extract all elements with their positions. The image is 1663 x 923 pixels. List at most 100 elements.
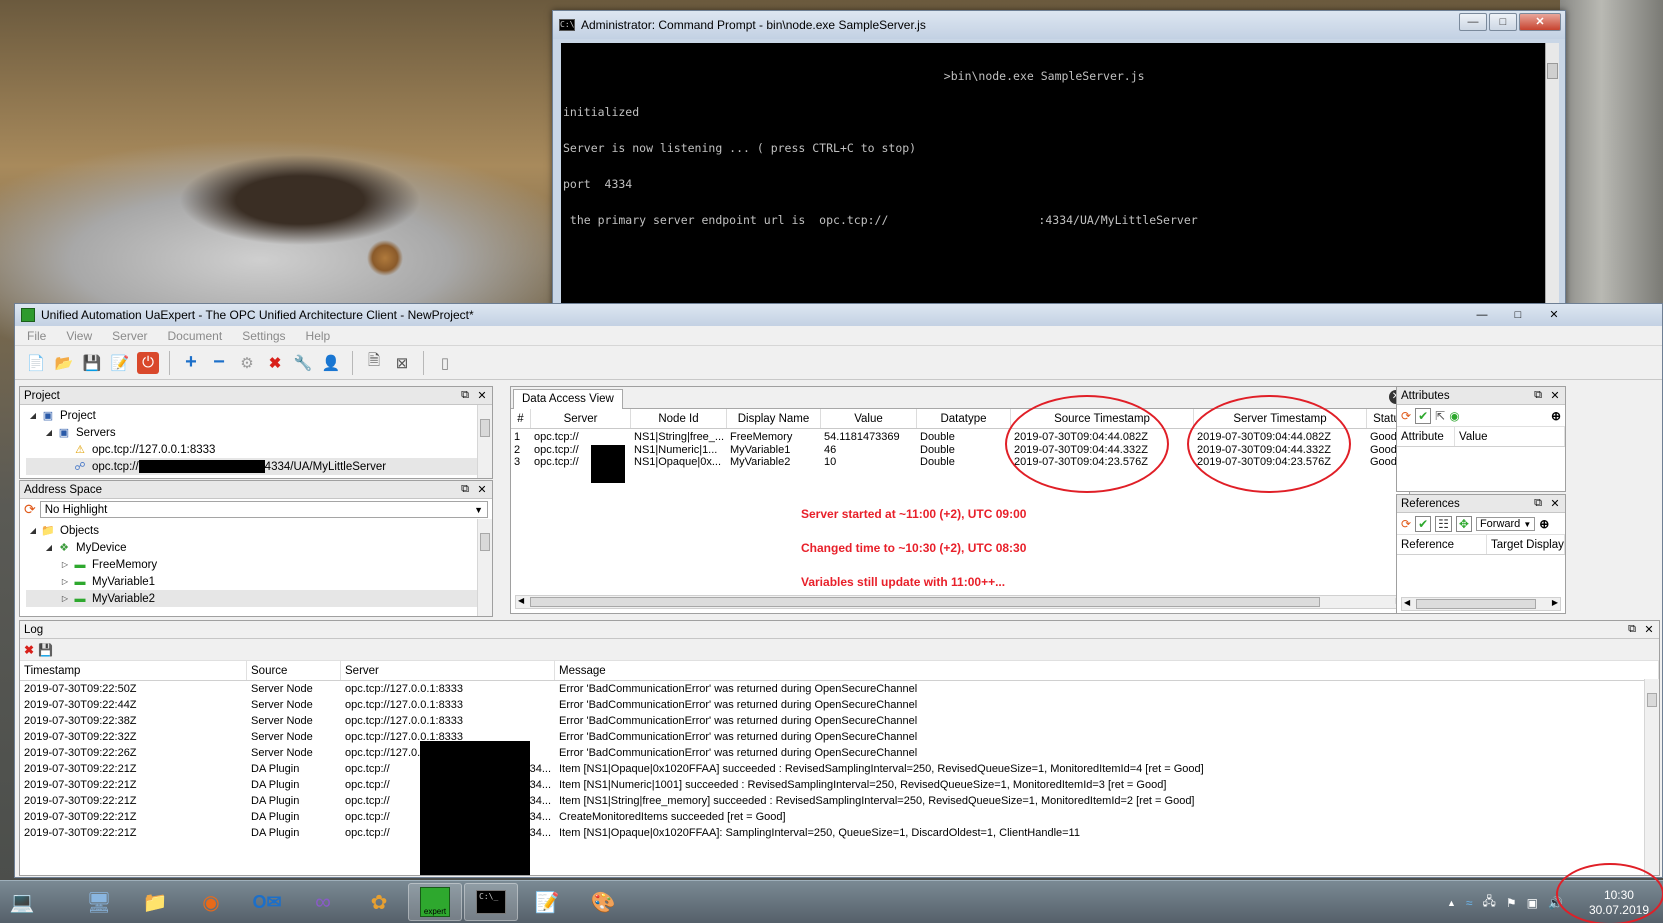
- save-log-icon[interactable]: 💾: [38, 643, 53, 657]
- log-row[interactable]: 2019-07-30T09:22:32Z Server Node opc.tcp…: [20, 729, 1659, 745]
- remove-document-icon[interactable]: ⊠: [391, 352, 413, 374]
- command-prompt-titlebar[interactable]: C:\ Administrator: Command Prompt - bin\…: [553, 11, 1565, 39]
- address-space-scrollbar[interactable]: [477, 519, 492, 616]
- visual-studio-icon[interactable]: ∞: [296, 883, 350, 921]
- float-icon[interactable]: ⧉: [458, 389, 472, 402]
- log-row[interactable]: 2019-07-30T09:22:38Z Server Node opc.tcp…: [20, 713, 1659, 729]
- tree-item-server-local[interactable]: ⚠ opc.tcp://127.0.0.1:8333: [26, 441, 492, 458]
- expand-arrow-icon[interactable]: ◢: [26, 411, 40, 420]
- clock[interactable]: 10:30 30.07.2019: [1589, 888, 1649, 918]
- references-scrollbar[interactable]: ◀ ▶: [1401, 597, 1561, 611]
- menu-help[interactable]: Help: [306, 329, 331, 343]
- col-server[interactable]: Server: [531, 409, 631, 428]
- col-log-message[interactable]: Message: [555, 661, 1659, 680]
- col-display-name[interactable]: Display Name: [727, 409, 821, 428]
- user-icon[interactable]: 👤: [320, 352, 342, 374]
- maximize-button[interactable]: □: [1501, 306, 1535, 324]
- navigate-icon[interactable]: ✥: [1455, 515, 1472, 532]
- col-server-timestamp[interactable]: Server Timestamp: [1194, 409, 1367, 428]
- display-icon[interactable]: ▣: [1527, 896, 1538, 910]
- uaexpert-taskbar-button[interactable]: expert: [408, 883, 462, 921]
- col-log-source[interactable]: Source: [247, 661, 341, 680]
- float-icon[interactable]: ⧉: [1531, 497, 1545, 510]
- menu-file[interactable]: File: [27, 329, 46, 343]
- col-reference[interactable]: Reference: [1397, 535, 1487, 554]
- close-icon[interactable]: ✕: [1548, 389, 1562, 402]
- menu-document[interactable]: Document: [167, 329, 222, 343]
- float-icon[interactable]: ⧉: [1625, 623, 1639, 636]
- close-icon[interactable]: ✕: [1548, 497, 1562, 510]
- log-row[interactable]: 2019-07-30T09:22:21Z DA Plugin opc.tcp:/…: [20, 793, 1659, 809]
- table-row[interactable]: 1 opc.tcp:// NS1|String|free_... FreeMem…: [511, 431, 1409, 444]
- disconnect-icon[interactable]: ✖: [264, 352, 286, 374]
- scroll-left-icon[interactable]: ◀: [1404, 598, 1410, 607]
- close-button[interactable]: ✕: [1519, 13, 1561, 31]
- uaexpert-titlebar[interactable]: Unified Automation UaExpert - The OPC Un…: [15, 304, 1662, 326]
- col-datatype[interactable]: Datatype: [917, 409, 1011, 428]
- col-attribute[interactable]: Attribute: [1397, 427, 1455, 446]
- col-value[interactable]: Value: [821, 409, 917, 428]
- record-icon[interactable]: ◉: [1449, 409, 1459, 423]
- tab-data-access-view[interactable]: Data Access View: [513, 389, 623, 409]
- log-row[interactable]: 2019-07-30T09:22:44Z Server Node opc.tcp…: [20, 697, 1659, 713]
- check-icon[interactable]: ✔: [1415, 515, 1432, 532]
- clear-log-icon[interactable]: ✖: [24, 643, 34, 657]
- col-node-id[interactable]: Node Id: [631, 409, 727, 428]
- close-icon[interactable]: ✕: [1642, 623, 1656, 636]
- minimize-button[interactable]: —: [1459, 13, 1487, 31]
- start-button[interactable]: 💻: [2, 883, 42, 921]
- new-document-icon[interactable]: 📄: [25, 352, 47, 374]
- col-index[interactable]: #: [511, 409, 531, 428]
- log-row[interactable]: 2019-07-30T09:22:21Z DA Plugin opc.tcp:/…: [20, 777, 1659, 793]
- save-as-icon[interactable]: 📝: [109, 352, 131, 374]
- cursor-icon[interactable]: ⇱: [1435, 409, 1445, 423]
- dav-horizontal-scrollbar[interactable]: ◀ ▶: [515, 595, 1405, 609]
- refresh-icon[interactable]: ⟳: [24, 501, 36, 518]
- app-flower-icon[interactable]: ✿: [352, 883, 406, 921]
- project-scrollbar[interactable]: [477, 405, 492, 478]
- open-folder-icon[interactable]: 📂: [53, 352, 75, 374]
- editor-icon[interactable]: 📝: [520, 883, 574, 921]
- firefox-icon[interactable]: ◉: [184, 883, 238, 921]
- collapsed-arrow-icon[interactable]: ▷: [58, 560, 72, 569]
- hierarchy-icon[interactable]: ☷: [1435, 515, 1452, 532]
- volume-icon[interactable]: 🔊: [1548, 896, 1563, 910]
- log-row[interactable]: 2019-07-30T09:22:50Z Server Node opc.tcp…: [20, 681, 1659, 697]
- col-target-display[interactable]: Target Display: [1487, 535, 1565, 554]
- wifi-icon[interactable]: ≈: [1466, 896, 1473, 910]
- direction-select[interactable]: Forward ▼: [1475, 516, 1536, 531]
- command-prompt-window[interactable]: C:\ Administrator: Command Prompt - bin\…: [552, 10, 1566, 320]
- tree-item-servers[interactable]: ◢ ▣ Servers: [26, 424, 492, 441]
- log-row[interactable]: 2019-07-30T09:22:26Z Server Node opc.tcp…: [20, 745, 1659, 761]
- col-log-timestamp[interactable]: Timestamp: [20, 661, 247, 680]
- log-row[interactable]: 2019-07-30T09:22:21Z DA Plugin opc.tcp:/…: [20, 825, 1659, 841]
- wrench-icon[interactable]: 🔧: [292, 352, 314, 374]
- show-hidden-icons-icon[interactable]: ▲: [1447, 898, 1456, 908]
- tree-item-mydevice[interactable]: ◢ ❖ MyDevice: [26, 539, 492, 556]
- save-icon[interactable]: 💾: [81, 352, 103, 374]
- close-icon[interactable]: ✕: [475, 389, 489, 402]
- menu-server[interactable]: Server: [112, 329, 147, 343]
- collapsed-arrow-icon[interactable]: ▷: [58, 577, 72, 586]
- collapsed-arrow-icon[interactable]: ▷: [58, 594, 72, 603]
- tree-item-myvariable1[interactable]: ▷ ▬ MyVariable1: [26, 573, 492, 590]
- menu-view[interactable]: View: [66, 329, 92, 343]
- highlight-select[interactable]: No Highlight ▼: [39, 501, 488, 518]
- console-scrollbar[interactable]: [1545, 43, 1559, 313]
- refresh-icon[interactable]: ⟳: [1401, 409, 1411, 423]
- table-row[interactable]: 3 opc.tcp:// NS1|Opaque|0x... MyVariable…: [511, 456, 1409, 469]
- expand-arrow-icon[interactable]: ◢: [26, 526, 40, 535]
- col-source-timestamp[interactable]: Source Timestamp: [1011, 409, 1194, 428]
- float-icon[interactable]: ⧉: [458, 483, 472, 496]
- expand-arrow-icon[interactable]: ◢: [42, 543, 56, 552]
- remove-server-icon[interactable]: −: [208, 351, 230, 374]
- tree-item-myvariable2[interactable]: ▷ ▬ MyVariable2: [26, 590, 492, 607]
- close-icon[interactable]: ✕: [475, 483, 489, 496]
- add-server-icon[interactable]: +: [180, 351, 202, 374]
- connect-icon[interactable]: ⚙: [236, 352, 258, 374]
- explorer-icon[interactable]: 📁: [128, 883, 182, 921]
- cmd-taskbar-button[interactable]: C:\_: [464, 883, 518, 921]
- tree-item-server-remote[interactable]: ☍ opc.tcp:// 4334/UA/MyLittleServer: [26, 458, 492, 475]
- refresh-icon[interactable]: ⟳: [1401, 517, 1411, 531]
- close-button[interactable]: ✕: [1537, 306, 1571, 324]
